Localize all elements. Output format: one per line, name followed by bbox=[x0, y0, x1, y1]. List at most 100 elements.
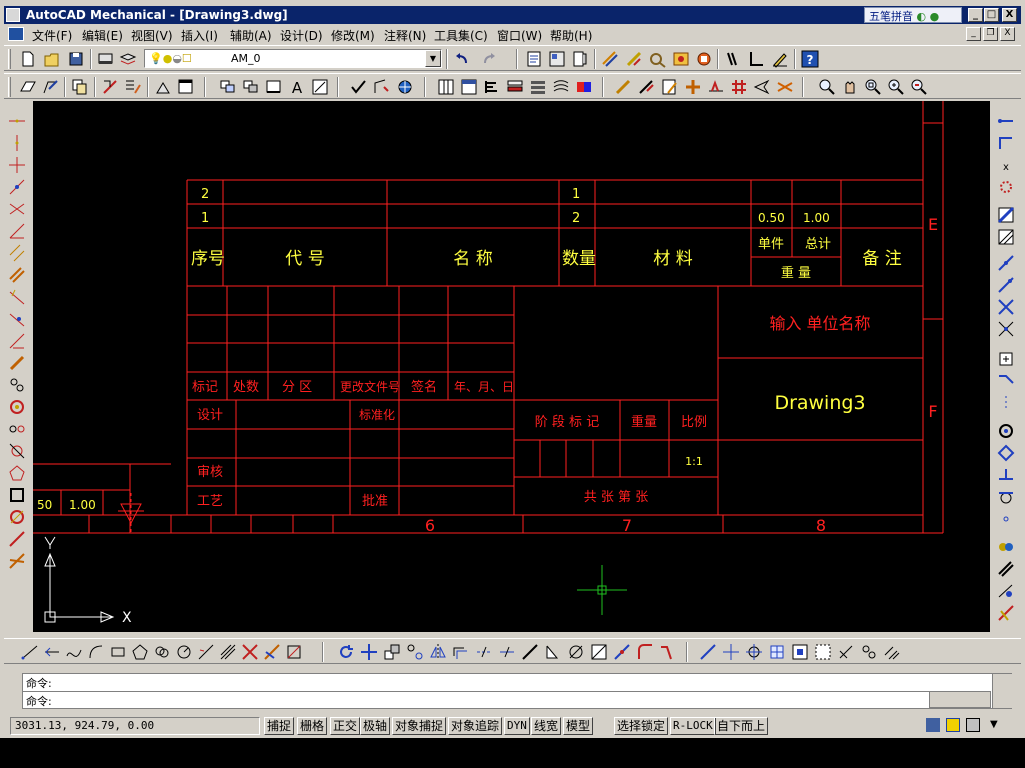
snap-insert-icon[interactable] bbox=[767, 642, 787, 662]
layer-state-icon[interactable] bbox=[118, 49, 138, 69]
group-icon[interactable] bbox=[996, 537, 1016, 557]
rotate-icon[interactable] bbox=[336, 642, 356, 662]
erase-draw-icon[interactable] bbox=[240, 642, 260, 662]
view-icon[interactable] bbox=[218, 77, 238, 97]
coordinate-readout[interactable]: 3031.13, 924.79, 0.00 bbox=[10, 717, 260, 735]
cross-line-icon[interactable] bbox=[7, 155, 27, 175]
trim-icon[interactable] bbox=[996, 253, 1016, 273]
polygon-draw-icon[interactable] bbox=[130, 642, 150, 662]
properties-icon[interactable] bbox=[524, 49, 544, 69]
scale-x-icon[interactable]: x bbox=[996, 155, 1016, 175]
maximize-button[interactable]: □ bbox=[984, 8, 999, 22]
balloon-icon[interactable] bbox=[671, 49, 691, 69]
fillet-icon[interactable] bbox=[996, 581, 1016, 601]
stretch-icon[interactable] bbox=[520, 642, 540, 662]
command-vscroll[interactable] bbox=[992, 674, 1012, 708]
mdi-minimize-button[interactable]: _ bbox=[966, 27, 981, 41]
menu-annotate[interactable]: 注释(N) bbox=[384, 27, 426, 44]
color-icon[interactable] bbox=[574, 77, 594, 97]
snap-tangent-icon[interactable] bbox=[996, 487, 1016, 507]
snap-off-icon[interactable] bbox=[882, 642, 902, 662]
save-icon[interactable] bbox=[66, 49, 86, 69]
two-circles-icon[interactable] bbox=[7, 419, 27, 439]
parallel-lines-icon[interactable] bbox=[996, 559, 1016, 579]
chevron-down-icon[interactable]: ▼ bbox=[425, 50, 441, 67]
symbol-icon[interactable] bbox=[683, 77, 703, 97]
explode-object-icon[interactable] bbox=[589, 642, 609, 662]
mdi-close-button[interactable]: X bbox=[1000, 27, 1015, 41]
zoom-realtime-icon[interactable] bbox=[817, 77, 837, 97]
menu-design[interactable]: 设计(D) bbox=[280, 27, 323, 44]
arrow-left-icon[interactable] bbox=[752, 77, 772, 97]
offset-object-icon[interactable] bbox=[451, 642, 471, 662]
menu-assist[interactable]: 辅助(A) bbox=[230, 27, 272, 44]
construction-icon[interactable] bbox=[7, 529, 27, 549]
cross-trim-icon[interactable] bbox=[996, 319, 1016, 339]
intersect-icon[interactable] bbox=[996, 297, 1016, 317]
undo-icon[interactable] bbox=[452, 49, 472, 69]
hatch-draw-icon[interactable] bbox=[196, 642, 216, 662]
power-dimension-icon[interactable] bbox=[600, 49, 620, 69]
polygon-icon[interactable] bbox=[7, 463, 27, 483]
copy-object-icon[interactable] bbox=[382, 642, 402, 662]
lock-icon[interactable] bbox=[966, 718, 980, 732]
x-line-icon[interactable] bbox=[7, 199, 27, 219]
otrack-toggle[interactable]: 对象追踪 bbox=[448, 717, 503, 735]
command-window[interactable]: 命令: 命令: bbox=[22, 673, 1012, 709]
erase-icon[interactable] bbox=[996, 603, 1016, 623]
match-prop-icon[interactable] bbox=[100, 77, 120, 97]
window-icon[interactable] bbox=[176, 77, 196, 97]
communication-icon[interactable] bbox=[926, 718, 940, 732]
help-icon[interactable]: ? bbox=[800, 49, 820, 69]
cloud-icon[interactable] bbox=[152, 642, 172, 662]
circle-icon[interactable] bbox=[7, 397, 27, 417]
menu-modify[interactable]: 修改(M) bbox=[331, 27, 375, 44]
chamfer-icon[interactable] bbox=[7, 353, 27, 373]
edit-icon[interactable] bbox=[41, 77, 61, 97]
tool-palettes-icon[interactable] bbox=[570, 49, 590, 69]
snap-settings2-icon[interactable] bbox=[859, 642, 879, 662]
layers-icon[interactable] bbox=[528, 77, 548, 97]
minimize-button[interactable]: _ bbox=[968, 8, 983, 22]
snap-toggle[interactable]: 捕捉 bbox=[264, 717, 295, 735]
section-view-icon[interactable] bbox=[241, 77, 261, 97]
perpendicular-icon[interactable] bbox=[7, 287, 27, 307]
snap-node-icon[interactable] bbox=[996, 509, 1016, 529]
offset-icon[interactable] bbox=[7, 331, 27, 351]
chamfer-object-icon[interactable] bbox=[612, 642, 632, 662]
edit-dimension-icon[interactable] bbox=[624, 49, 644, 69]
bom-icon[interactable] bbox=[694, 49, 714, 69]
region-icon[interactable] bbox=[262, 642, 282, 662]
lineweight-toggle[interactable]: 线宽 bbox=[531, 717, 562, 735]
align-icon[interactable] bbox=[482, 77, 502, 97]
draw-line-icon[interactable] bbox=[20, 642, 40, 662]
circle-draw-icon[interactable] bbox=[174, 642, 194, 662]
grid-icon[interactable] bbox=[729, 77, 749, 97]
gradient-icon[interactable] bbox=[218, 642, 238, 662]
layer-manager-icon[interactable] bbox=[96, 49, 116, 69]
redo-icon[interactable] bbox=[479, 49, 499, 69]
new-file-icon[interactable] bbox=[18, 49, 38, 69]
toolbar-grip[interactable] bbox=[8, 77, 11, 97]
design-center-icon[interactable] bbox=[547, 49, 567, 69]
toolbar-lock-icon[interactable] bbox=[946, 718, 960, 732]
polyline-icon[interactable] bbox=[996, 111, 1016, 131]
menu-toolsets[interactable]: 工具集(C) bbox=[434, 27, 488, 44]
move-icon[interactable] bbox=[359, 642, 379, 662]
array-icon[interactable] bbox=[405, 642, 425, 662]
construction-line-icon[interactable] bbox=[42, 642, 62, 662]
globe-icon[interactable] bbox=[395, 77, 415, 97]
order-toggle[interactable]: 自下而上 bbox=[714, 717, 769, 735]
document-icon[interactable] bbox=[8, 27, 24, 41]
fits-list-icon[interactable] bbox=[723, 49, 743, 69]
open-file-icon[interactable] bbox=[42, 49, 62, 69]
note-icon[interactable] bbox=[660, 77, 680, 97]
polar-toggle[interactable]: 极轴 bbox=[360, 717, 391, 735]
ellipse-icon[interactable] bbox=[7, 507, 27, 527]
scale-object-icon[interactable] bbox=[566, 642, 586, 662]
annotation-icon[interactable] bbox=[614, 77, 634, 97]
ortho-toggle[interactable]: 正交 bbox=[330, 717, 361, 735]
rectangle-icon[interactable] bbox=[7, 485, 27, 505]
welding-icon[interactable] bbox=[706, 77, 726, 97]
extend-object-icon[interactable] bbox=[497, 642, 517, 662]
